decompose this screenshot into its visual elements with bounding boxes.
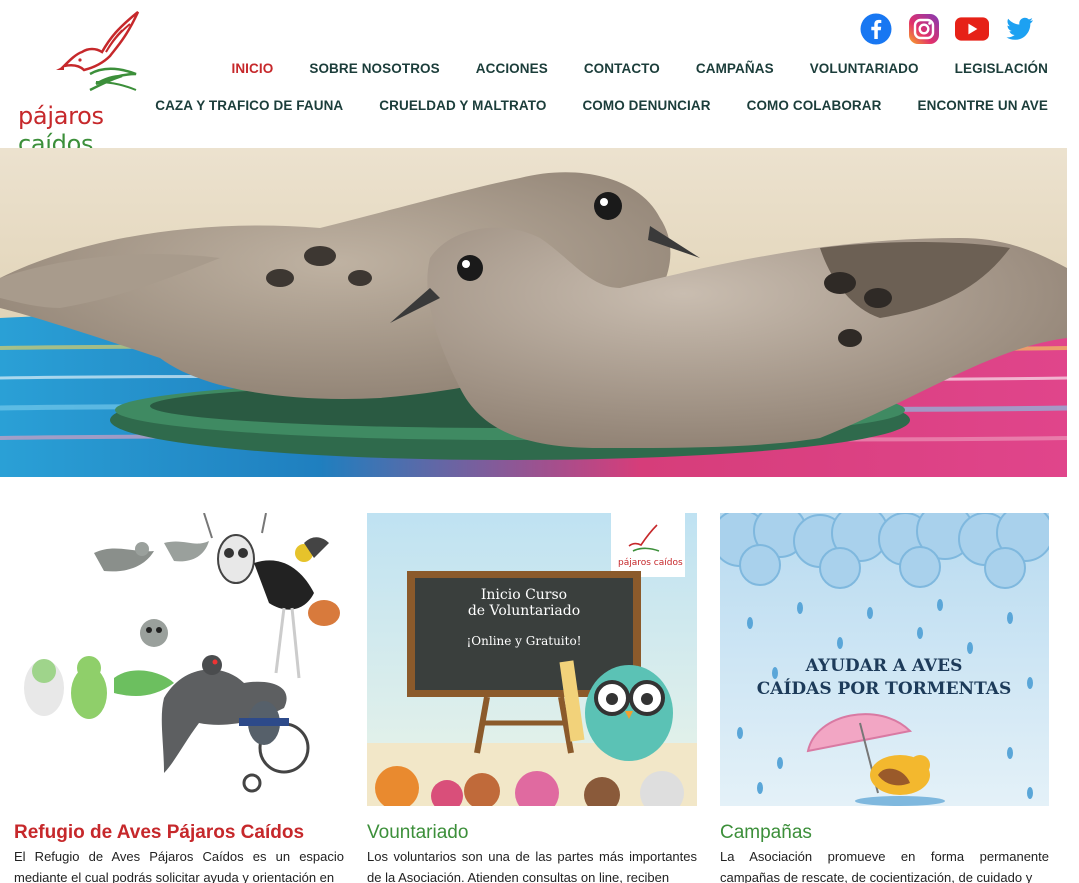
main-nav-row-2: CAZA Y TRAFICO DE FAUNA CRUELDAD Y MALTR… xyxy=(119,98,1048,113)
logo-word-pajaros: pájaros xyxy=(18,102,104,130)
nav-como-colaborar[interactable]: COMO COLABORAR xyxy=(747,98,882,113)
nav-inicio[interactable]: INICIO xyxy=(231,61,273,76)
nav-legislacion[interactable]: LEGISLACIÓN xyxy=(955,61,1048,76)
nav-contacto[interactable]: CONTACTO xyxy=(584,61,660,76)
card-campanas-text: La Asociación promueve en forma permanen… xyxy=(720,849,1049,883)
social-links xyxy=(859,12,1037,46)
instagram-icon[interactable] xyxy=(907,12,941,46)
board-line-3: ¡Online y Gratuito! xyxy=(466,634,581,648)
card-refugio-image[interactable] xyxy=(14,513,344,806)
board-line-2: de Voluntariado xyxy=(468,603,580,619)
facebook-icon[interactable] xyxy=(859,12,893,46)
main-nav-row-1: INICIO SOBRE NOSOTROS ACCIONES CONTACTO … xyxy=(195,61,1048,76)
nav-encontre-ave[interactable]: ENCONTRE UN AVE xyxy=(917,98,1048,113)
card-refugio-text: El Refugio de Aves Pájaros Caídos es un … xyxy=(14,849,344,883)
card-campanas-title[interactable]: Campañas xyxy=(720,822,1049,844)
card-campanas-image[interactable]: AYUDAR A AVES CAÍDAS POR TORMENTAS xyxy=(720,513,1049,806)
nav-campanas[interactable]: CAMPAÑAS xyxy=(696,61,774,76)
bird-logo-icon xyxy=(56,11,140,92)
card-refugio[interactable]: Refugio de Aves Pájaros Caídos El Refugi… xyxy=(14,513,344,883)
nav-como-denunciar[interactable]: COMO DENUNCIAR xyxy=(582,98,710,113)
nav-sobre-nosotros[interactable]: SOBRE NOSOTROS xyxy=(309,61,439,76)
voluntariado-illustration: pájaros caídos Inicio Curso de Voluntari… xyxy=(367,513,697,806)
site-header: pájaros caídos INICIO SOBRE NOSOTROS ACC… xyxy=(0,0,1079,158)
youtube-icon[interactable] xyxy=(955,12,989,46)
nav-caza-trafico[interactable]: CAZA Y TRAFICO DE FAUNA xyxy=(155,98,343,113)
board-line-1: Inicio Curso xyxy=(481,587,567,603)
card-refugio-title[interactable]: Refugio de Aves Pájaros Caídos xyxy=(14,822,344,844)
campaign-image-line-2: CAÍDAS POR TORMENTAS xyxy=(757,678,1012,699)
hero-image xyxy=(0,148,1067,477)
card-voluntariado[interactable]: pájaros caídos Inicio Curso de Voluntari… xyxy=(367,513,697,883)
storm-birds-illustration: AYUDAR A AVES CAÍDAS POR TORMENTAS xyxy=(720,513,1049,806)
twitter-icon[interactable] xyxy=(1003,12,1037,46)
nav-voluntariado[interactable]: VOLUNTARIADO xyxy=(810,61,919,76)
campaign-image-line-1: AYUDAR A AVES xyxy=(805,656,963,676)
badge-logo-text: pájaros caídos xyxy=(618,558,683,568)
card-voluntariado-title[interactable]: Vountariado xyxy=(367,822,697,844)
cartoon-birds-illustration xyxy=(14,513,344,806)
site-logo[interactable]: pájaros caídos xyxy=(18,8,183,158)
card-campanas[interactable]: AYUDAR A AVES CAÍDAS POR TORMENTAS Campa… xyxy=(720,513,1049,883)
nav-acciones[interactable]: ACCIONES xyxy=(476,61,548,76)
nav-crueldad-maltrato[interactable]: CRUELDAD Y MALTRATO xyxy=(379,98,546,113)
card-voluntariado-text: Los voluntarios son una de las partes má… xyxy=(367,849,697,883)
card-voluntariado-image[interactable]: pájaros caídos Inicio Curso de Voluntari… xyxy=(367,513,697,806)
hero-banner-doves xyxy=(0,148,1067,477)
